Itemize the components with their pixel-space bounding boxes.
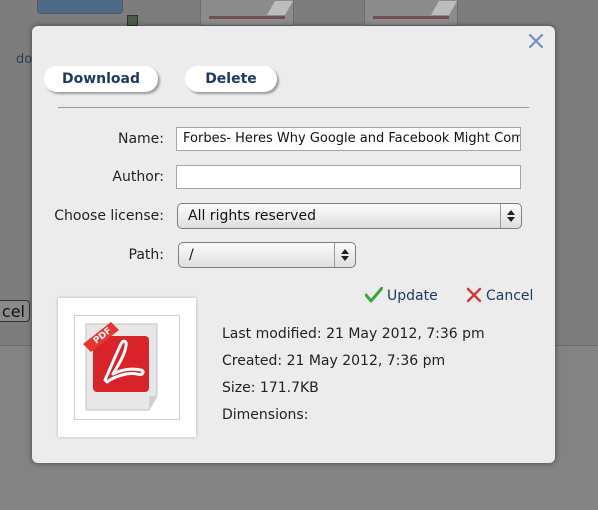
author-input[interactable] bbox=[176, 165, 521, 189]
name-input[interactable]: Forbes- Heres Why Google and Facebook Mi… bbox=[176, 127, 521, 151]
file-details-dialog: Download Delete Name: Forbes- Heres Why … bbox=[32, 26, 555, 463]
background-thumbnail bbox=[37, 0, 123, 14]
created-text: Created: 21 May 2012, 7:36 pm bbox=[222, 353, 446, 369]
path-select-value: / bbox=[189, 247, 194, 263]
background-cancel-button: cel bbox=[0, 300, 30, 322]
size-text: Size: 171.7KB bbox=[222, 380, 319, 396]
background-text: do bbox=[16, 52, 33, 67]
update-label: Update bbox=[387, 288, 438, 304]
cancel-label: Cancel bbox=[486, 288, 534, 304]
download-button[interactable]: Download bbox=[44, 66, 158, 92]
background-file-thumbnail bbox=[364, 0, 458, 26]
divider bbox=[58, 107, 529, 108]
select-arrows-icon bbox=[334, 243, 355, 267]
delete-button[interactable]: Delete bbox=[185, 66, 277, 92]
license-select[interactable]: All rights reserved bbox=[177, 203, 522, 229]
name-label: Name: bbox=[117, 131, 164, 147]
update-button[interactable]: Update bbox=[364, 286, 438, 304]
checkmark-icon bbox=[364, 286, 384, 303]
dimensions-text: Dimensions: bbox=[222, 407, 309, 423]
background-file-thumbnail bbox=[200, 0, 294, 26]
author-label: Author: bbox=[112, 169, 164, 185]
last-modified-text: Last modified: 21 May 2012, 7:36 pm bbox=[222, 326, 485, 342]
select-arrows-icon bbox=[500, 204, 521, 228]
background-small-icon bbox=[127, 15, 138, 26]
cancel-button[interactable]: Cancel bbox=[466, 287, 533, 304]
close-icon[interactable] bbox=[527, 32, 545, 50]
file-thumbnail: PDF bbox=[58, 298, 196, 437]
pdf-file-icon: PDF bbox=[83, 322, 158, 411]
file-thumbnail-inner: PDF bbox=[74, 315, 180, 420]
cross-icon bbox=[466, 287, 482, 303]
license-label: Choose license: bbox=[54, 208, 164, 224]
path-select[interactable]: / bbox=[178, 242, 356, 268]
path-label: Path: bbox=[128, 247, 164, 263]
license-select-value: All rights reserved bbox=[188, 208, 316, 224]
